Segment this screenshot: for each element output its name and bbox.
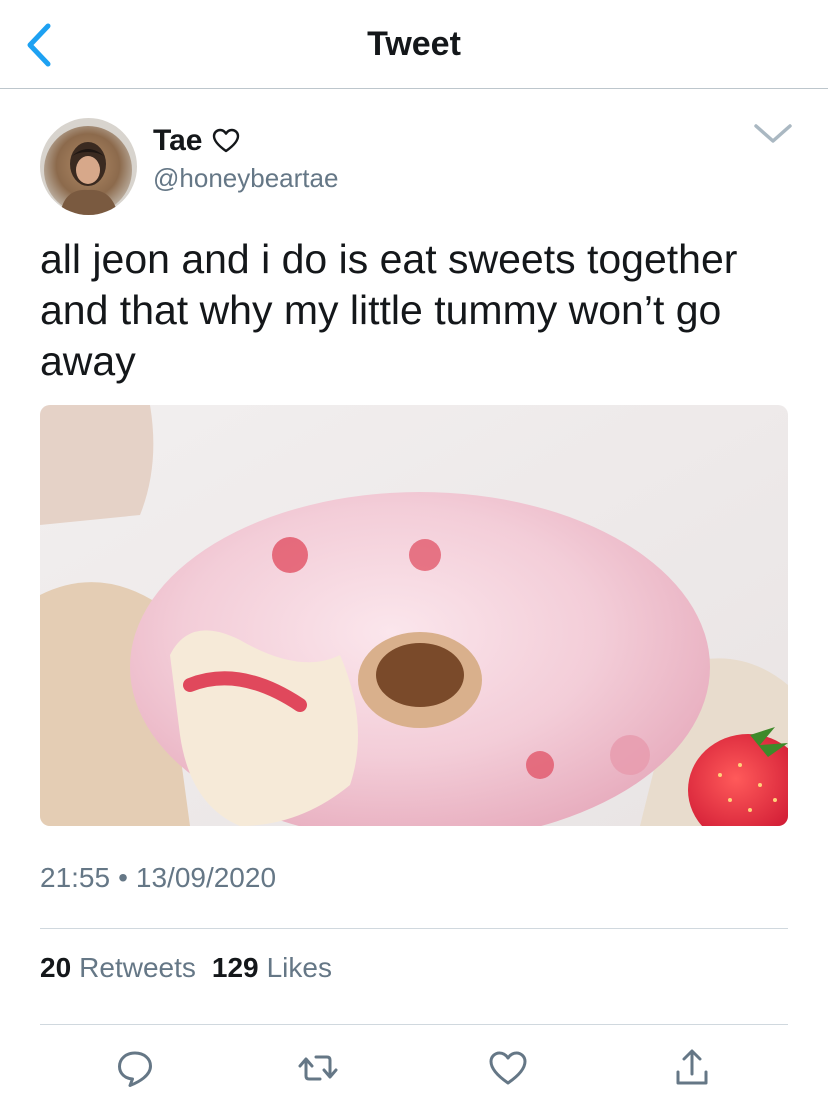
like-button[interactable] (486, 1046, 530, 1090)
share-icon (676, 1049, 708, 1085)
donut-photo (40, 405, 788, 826)
timestamp-separator: • (118, 862, 128, 893)
tweet-timestamp: 21:55 • 13/09/2020 (40, 862, 276, 894)
tweet-time: 21:55 (40, 862, 111, 893)
like-count: 129 (211, 952, 259, 983)
tweet-stats: 20 Retweets 129 Likes (40, 952, 332, 984)
reply-button[interactable] (113, 1046, 157, 1090)
divider (40, 928, 788, 929)
retweet-count: 20 (40, 952, 72, 983)
tweet-text: all jeon and i do is eat sweets together… (40, 236, 738, 384)
page-title: Tweet (367, 25, 461, 63)
retweets-stat[interactable]: 20 Retweets (40, 952, 196, 984)
like-label: Likes (266, 952, 332, 983)
author-name-row[interactable]: Tae (153, 123, 240, 159)
author-handle[interactable]: @honeybeartae (153, 163, 338, 194)
share-button[interactable] (670, 1046, 714, 1090)
action-bar (0, 1046, 828, 1090)
divider (40, 1024, 788, 1025)
reply-icon (118, 1051, 152, 1087)
avatar[interactable] (40, 118, 137, 215)
tweet-media-image[interactable] (40, 405, 788, 826)
likes-stat[interactable]: 129 Likes (212, 952, 332, 984)
like-icon (489, 1051, 527, 1085)
chevron-down-icon[interactable] (752, 120, 794, 146)
retweet-label: Retweets (79, 952, 196, 983)
navigation-bar: Tweet (0, 0, 828, 89)
retweet-button[interactable] (296, 1046, 340, 1090)
avatar-image (40, 118, 137, 215)
white-heart-icon (213, 128, 240, 153)
author-name[interactable]: Tae (153, 124, 202, 158)
tweet-date: 13/09/2020 (135, 862, 277, 893)
retweet-icon (298, 1055, 338, 1081)
